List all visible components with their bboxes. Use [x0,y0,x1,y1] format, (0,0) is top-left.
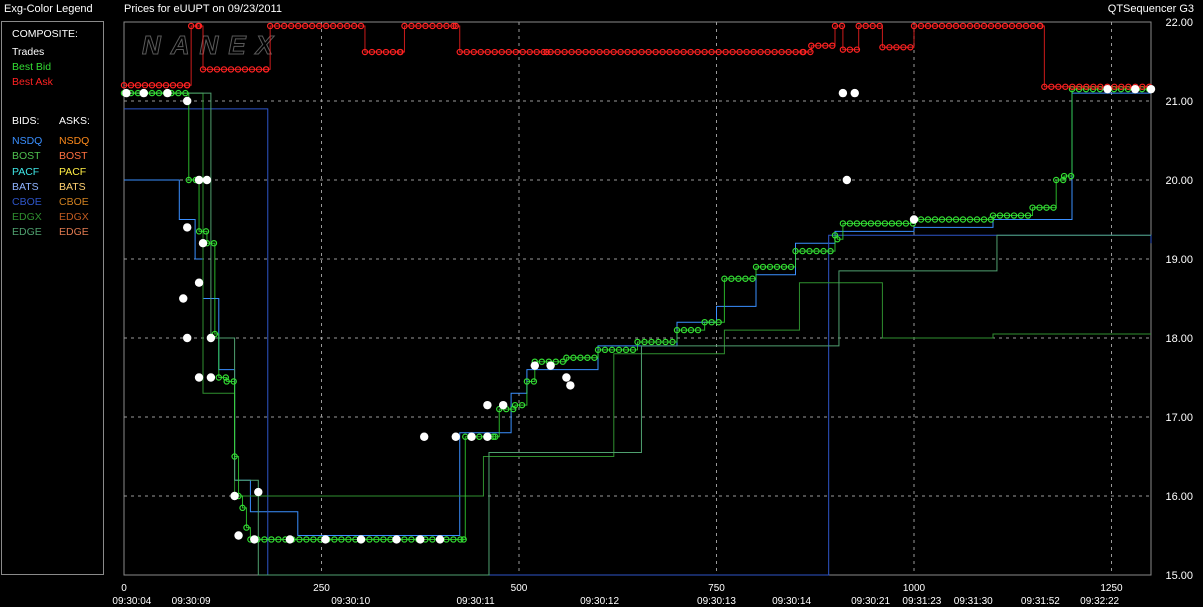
trade-point [356,535,366,544]
trade-point [566,381,575,390]
trade-point [546,361,555,370]
trade-point [230,491,239,501]
trade-point [202,175,212,185]
trade-point [183,333,192,343]
trade-point [250,535,259,544]
trade-point [234,531,243,540]
trade-point [285,535,295,544]
x-tick-label: 1000 [903,583,926,594]
y-tick-label: 18.00 [1165,333,1193,345]
trade-point [483,400,492,410]
trade-point [183,223,192,232]
trade-point [499,400,508,410]
y-tick-label: 17.00 [1165,412,1193,424]
y-tick-label: 19.00 [1165,254,1193,266]
trade-point [1103,84,1112,94]
time-label: 09:30:11 [456,596,495,607]
price-chart: NANEX 15.00 16.00 17.00 18.00 19.00 20.00 21.0… [112,17,1193,607]
time-label: 09:30:14 [772,596,811,607]
time-label: 09:31:30 [954,596,993,607]
time-label: 09:32:22 [1080,596,1119,607]
trade-point [416,535,425,544]
plot-frame [123,21,1152,576]
time-label: 09:30:12 [580,596,619,607]
trade-point [122,88,131,98]
time-label: 09:31:23 [902,596,941,607]
x-tick-label: 1250 [1100,583,1123,594]
y-tick-label: 20.00 [1165,175,1193,187]
time-label: 09:30:13 [697,596,736,607]
trade-point [194,373,204,382]
trade-point [179,294,188,303]
time-label: 09:30:10 [331,596,370,607]
trade-point [467,432,476,441]
trade-point [254,487,263,497]
trade-point [392,535,401,544]
nanex-watermark: NANEX [142,30,283,60]
trade-point [483,432,492,441]
trade-point [562,373,571,382]
trade-point [451,432,460,441]
trade-point [206,333,216,343]
time-label: 09:30:09 [172,596,211,607]
trade-point [1131,84,1140,94]
time-label: 09:30:04 [112,596,151,607]
trade-point [850,88,859,98]
trade-point [198,239,208,248]
y-tick-label: 21.00 [1165,96,1193,108]
trade-point [194,175,204,185]
x-tick-label: 0 [121,583,127,594]
trade-point [321,535,330,544]
y-tick-label: 16.00 [1165,491,1193,503]
trade-point [842,175,852,185]
trade-point [194,278,204,287]
trade-point [206,373,216,382]
trade-point [420,432,429,441]
trade-point [909,215,919,224]
time-label: 09:31:52 [1021,596,1060,607]
trade-point [139,88,148,98]
x-tick-label: 500 [511,583,528,594]
trade-point [530,361,539,370]
trade-point [1146,84,1156,94]
trade-point [435,535,445,544]
x-tick-label: 750 [708,583,725,594]
y-tick-label: 22.00 [1165,17,1193,29]
x-tick-label: 250 [313,583,330,594]
time-label: 09:30:21 [851,596,890,607]
trade-point [183,96,192,106]
trade-point [163,88,172,98]
y-tick-label: 15.00 [1165,570,1193,582]
trade-point [838,88,848,98]
